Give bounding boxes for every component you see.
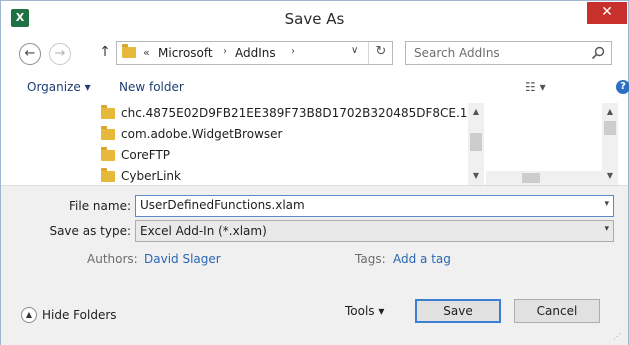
address-history-dropdown[interactable]: ∨ <box>351 45 358 56</box>
list-item[interactable]: com.adobe.WidgetBrowser <box>99 125 469 145</box>
add-tag-link[interactable]: Add a tag <box>393 252 451 266</box>
save-as-type-select[interactable]: Excel Add-In (*.xlam) ▾ <box>135 220 614 242</box>
scroll-down-arrow[interactable]: ▼ <box>602 169 618 183</box>
chevron-up-icon: ▲ <box>21 307 37 323</box>
forward-button[interactable]: → <box>49 43 71 65</box>
search-box[interactable] <box>405 41 612 65</box>
file-list-scrollbar[interactable]: ▲ ▼ <box>468 103 484 185</box>
file-name: CyberLink <box>121 169 181 183</box>
navigation-pane <box>486 103 602 171</box>
breadcrumb-item-addins[interactable]: AddIns <box>235 46 276 60</box>
cancel-button[interactable]: Cancel <box>514 299 600 323</box>
folder-icon <box>101 105 115 119</box>
help-icon[interactable]: ? <box>616 80 629 94</box>
save-as-type-label: Save as type: <box>49 224 131 238</box>
organize-button[interactable]: Organize ▾ <box>27 80 91 94</box>
search-icon[interactable] <box>590 45 606 61</box>
folder-icon <box>101 147 115 161</box>
scroll-thumb[interactable] <box>604 121 616 135</box>
search-input[interactable] <box>414 46 584 60</box>
folder-icon <box>101 168 115 182</box>
scroll-up-arrow[interactable]: ▲ <box>602 105 618 119</box>
list-item[interactable]: CyberLink <box>99 167 469 185</box>
navigation-pane-scrollbar[interactable]: ▲ ▼ <box>602 103 618 185</box>
window-title: Save As <box>284 10 345 28</box>
address-bar[interactable]: « Microsoft › AddIns › ∨ ↻ <box>116 41 393 65</box>
folder-icon <box>122 44 136 58</box>
file-name: com.adobe.WidgetBrowser <box>121 127 283 141</box>
back-button[interactable]: ← <box>19 43 41 65</box>
chevron-right-icon[interactable]: › <box>291 46 295 57</box>
tools-dropdown-button[interactable]: Tools ▾ <box>345 304 384 318</box>
save-as-type-value: Excel Add-In (*.xlam) <box>140 224 267 238</box>
scroll-down-arrow[interactable]: ▼ <box>468 169 484 183</box>
folder-icon <box>101 126 115 140</box>
file-list[interactable]: chc.4875E02D9FB21EE389F73B8D1702B320485D… <box>1 103 484 185</box>
scroll-thumb[interactable] <box>470 133 482 151</box>
file-name: chc.4875E02D9FB21EE389F73B8D1702B320485D… <box>121 106 468 120</box>
change-view-button[interactable]: ☷ ▾ <box>525 80 546 94</box>
breadcrumb-item-microsoft[interactable]: Microsoft <box>158 46 213 60</box>
title-bar: X Save As ✕ <box>1 1 628 36</box>
scroll-up-arrow[interactable]: ▲ <box>468 105 484 119</box>
breadcrumb-overflow-button[interactable]: « <box>143 46 150 59</box>
list-item[interactable]: chc.4875E02D9FB21EE389F73B8D1702B320485D… <box>99 104 469 124</box>
authors-label: Authors: <box>87 252 138 266</box>
navigation-pane-hscrollbar[interactable] <box>486 171 602 185</box>
file-name-field[interactable]: ▾ <box>135 195 614 217</box>
save-button[interactable]: Save <box>415 299 501 323</box>
new-folder-button[interactable]: New folder <box>119 80 184 94</box>
file-name: CoreFTP <box>121 148 171 162</box>
divider <box>368 42 369 64</box>
save-as-dialog: X Save As ✕ ← → ↑ « Microsoft › AddIns ›… <box>0 0 629 345</box>
refresh-button[interactable]: ↻ <box>372 44 390 62</box>
resize-grip-icon[interactable]: ⋰ <box>613 332 621 341</box>
file-name-label: File name: <box>69 199 131 213</box>
chevron-right-icon[interactable]: › <box>223 46 227 57</box>
up-folder-button[interactable]: ↑ <box>97 44 113 62</box>
command-toolbar: Organize ▾ New folder ☷ ▾ ? <box>1 73 629 103</box>
close-button[interactable]: ✕ <box>587 2 627 24</box>
authors-value[interactable]: David Slager <box>144 252 221 266</box>
tags-label: Tags: <box>355 252 386 266</box>
chevron-down-icon[interactable]: ▾ <box>604 224 609 234</box>
file-name-input[interactable] <box>140 198 580 212</box>
hide-folders-label: Hide Folders <box>42 308 117 322</box>
save-options-panel: File name: ▾ Save as type: Excel Add-In … <box>1 185 628 345</box>
list-item[interactable]: CoreFTP <box>99 146 469 166</box>
scroll-thumb[interactable] <box>522 173 540 183</box>
chevron-down-icon[interactable]: ▾ <box>604 199 609 209</box>
